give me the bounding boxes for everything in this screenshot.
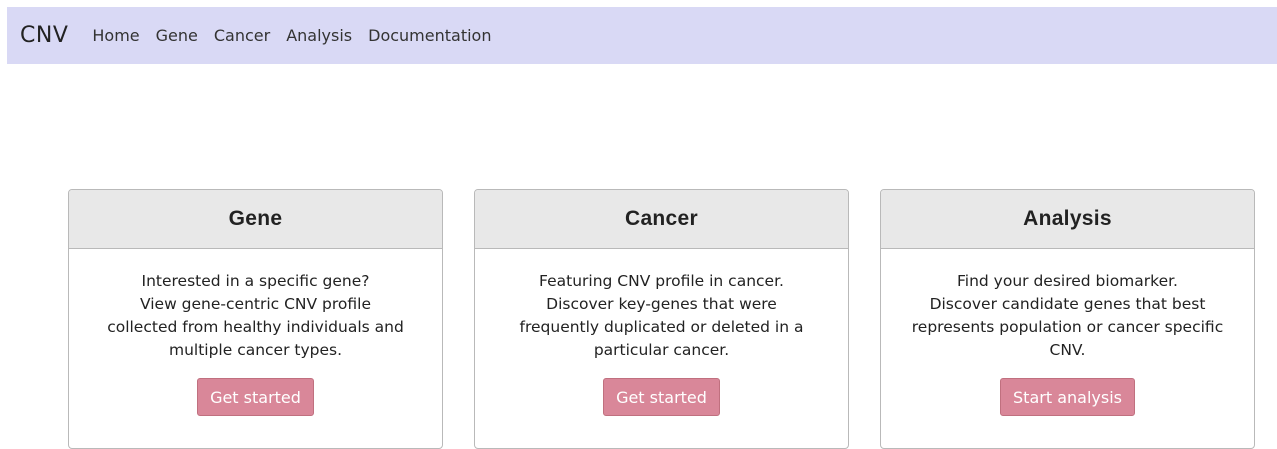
- nav-link-home[interactable]: Home: [92, 26, 139, 45]
- card-title: Analysis: [881, 190, 1254, 249]
- gene-get-started-button[interactable]: Get started: [197, 378, 314, 416]
- navbar: CNV Home Gene Cancer Analysis Documentat…: [7, 7, 1277, 64]
- card-description: Interested in a specific gene? View gene…: [69, 270, 442, 362]
- card-text-line: View gene-centric CNV profile: [139, 295, 372, 313]
- card-title: Cancer: [475, 190, 848, 249]
- card-text-line: Discover key-genes that were: [546, 295, 777, 313]
- nav-link-cancer[interactable]: Cancer: [214, 26, 270, 45]
- card-text-line: Interested in a specific gene?: [141, 272, 370, 290]
- start-analysis-button[interactable]: Start analysis: [1000, 378, 1135, 416]
- card-text-line: represents population or cancer specific: [911, 318, 1224, 336]
- card-text-line: Discover candidate genes that best: [929, 295, 1206, 313]
- cancer-get-started-button[interactable]: Get started: [603, 378, 720, 416]
- card-body: Interested in a specific gene? View gene…: [69, 249, 442, 416]
- nav-link-analysis[interactable]: Analysis: [286, 26, 352, 45]
- card-text-line: frequently duplicated or deleted in a: [519, 318, 804, 336]
- card-body: Featuring CNV profile in cancer. Discove…: [475, 249, 848, 416]
- card-text-line: multiple cancer types.: [168, 341, 343, 359]
- card-gene: Gene Interested in a specific gene? View…: [68, 189, 443, 449]
- card-text-line: Find your desired biomarker.: [957, 272, 1178, 290]
- card-analysis: Analysis Find your desired biomarker. Di…: [880, 189, 1255, 449]
- brand-link[interactable]: CNV: [20, 23, 68, 48]
- card-title: Gene: [69, 190, 442, 249]
- card-cancer: Cancer Featuring CNV profile in cancer. …: [474, 189, 849, 449]
- nav-link-gene[interactable]: Gene: [156, 26, 198, 45]
- card-body: Find your desired biomarker. Discover ca…: [881, 249, 1254, 416]
- card-description: Find your desired biomarker. Discover ca…: [881, 270, 1254, 362]
- nav-link-documentation[interactable]: Documentation: [368, 26, 491, 45]
- card-text-line: collected from healthy individuals and: [107, 318, 404, 336]
- card-text-line: CNV.: [1049, 341, 1086, 359]
- card-text-line: particular cancer.: [593, 341, 730, 359]
- card-description: Featuring CNV profile in cancer. Discove…: [475, 270, 848, 362]
- card-text-line: Featuring CNV profile in cancer.: [539, 272, 784, 290]
